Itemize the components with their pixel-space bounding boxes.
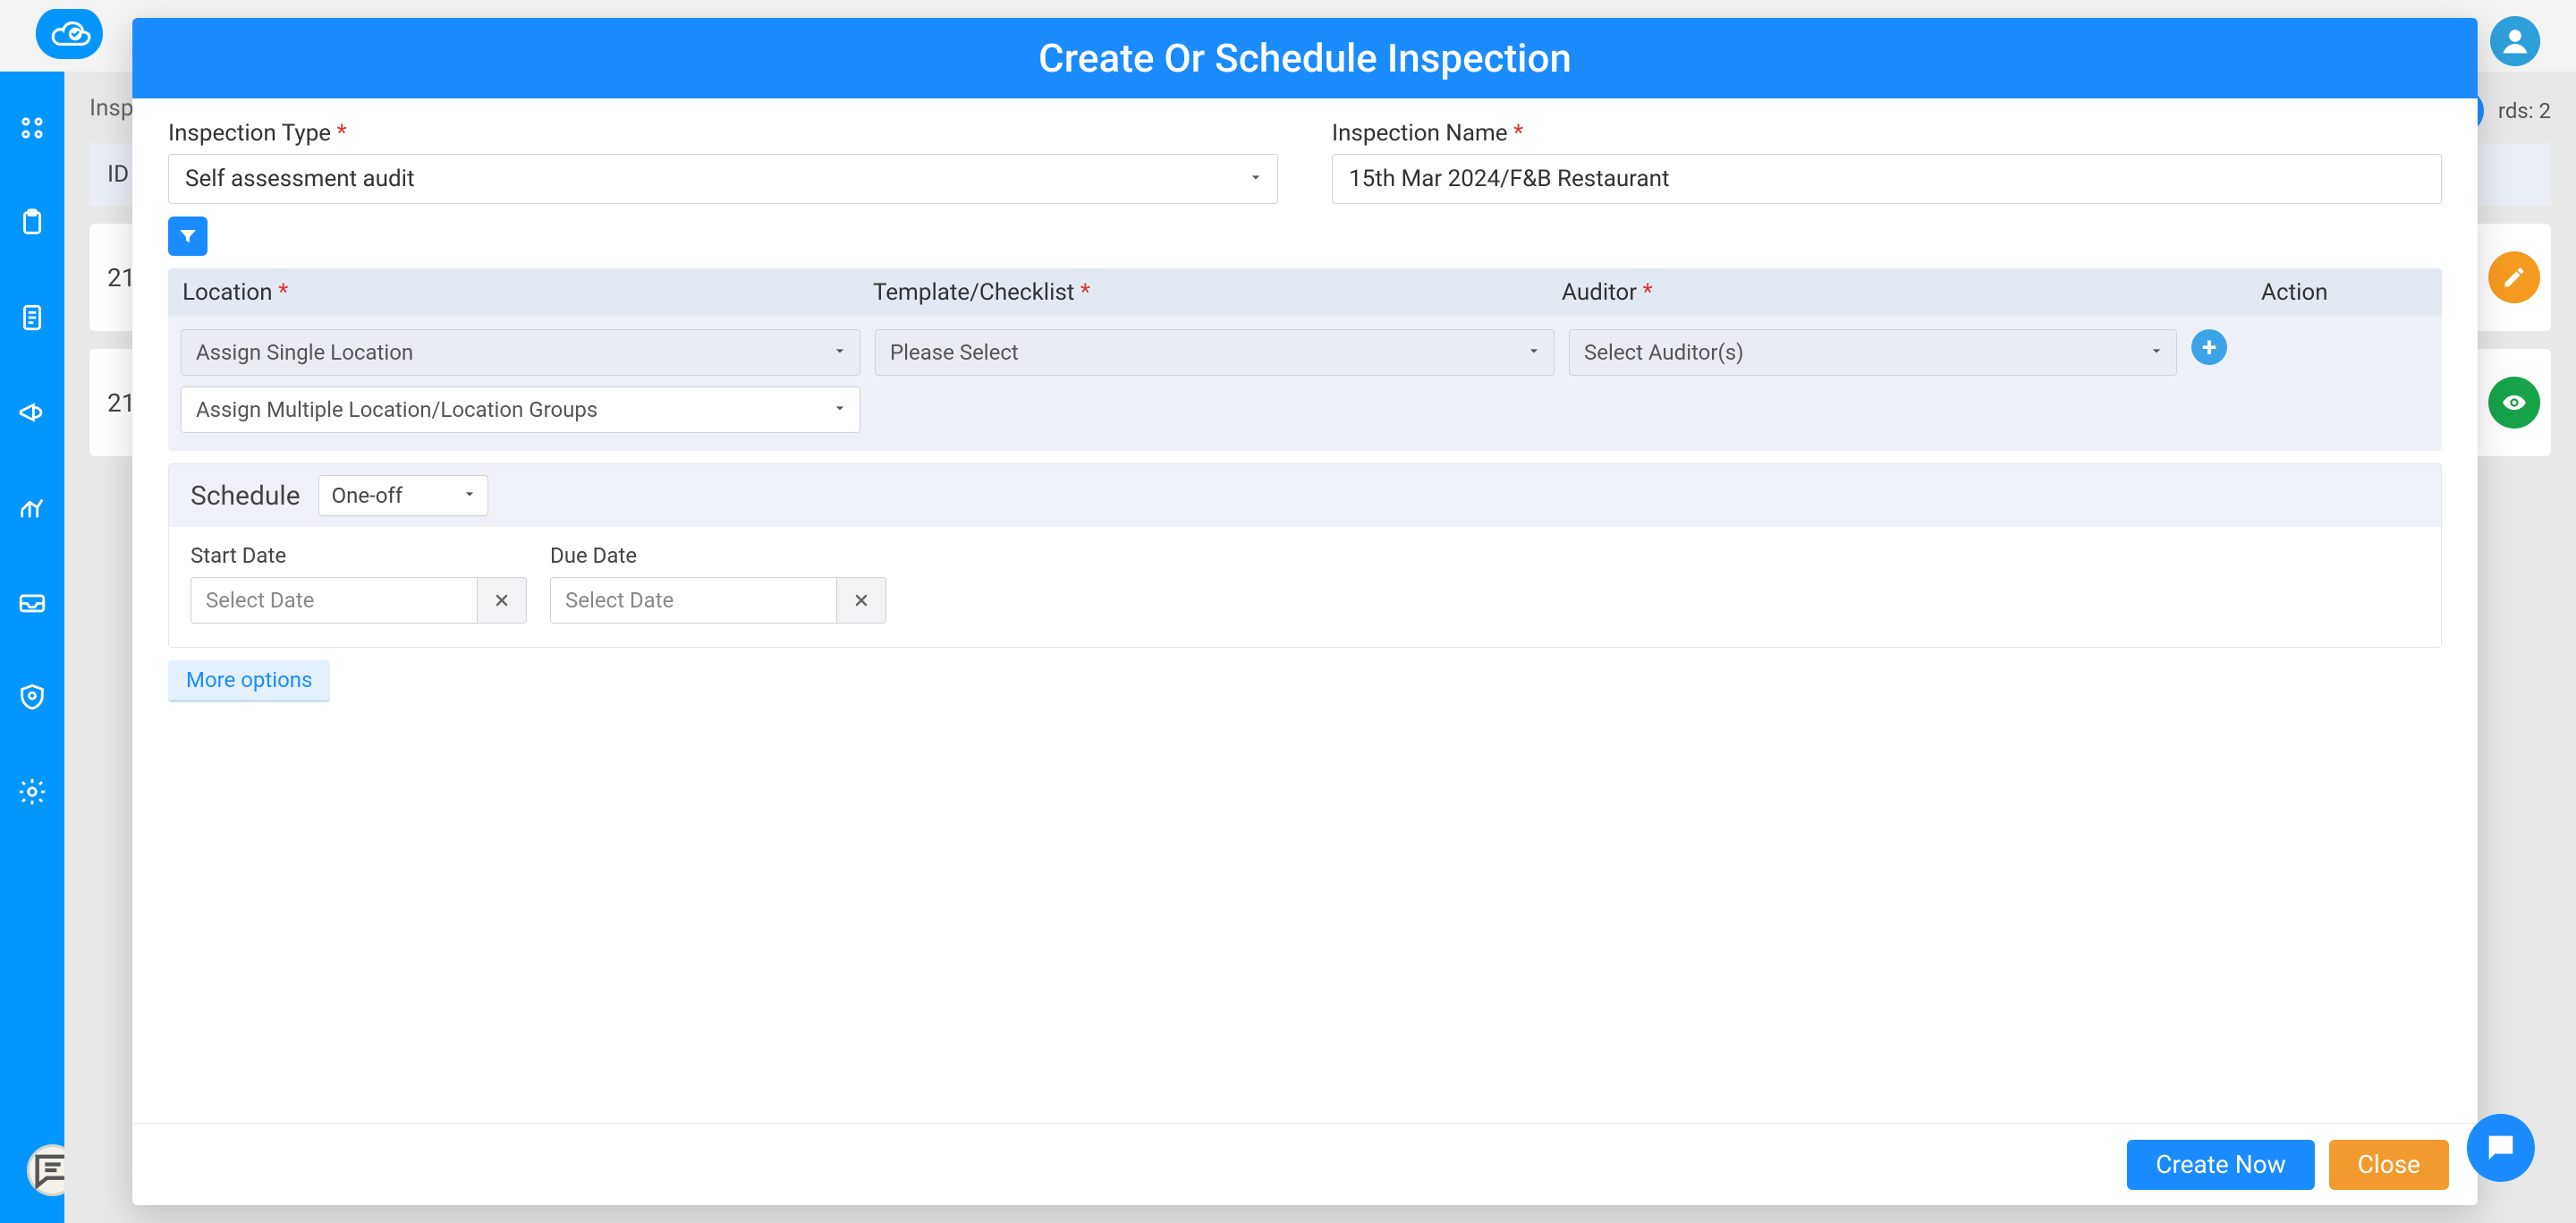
assign-single-location-select[interactable]: Assign Single Location: [181, 329, 860, 376]
sidebar-item-document[interactable]: [12, 297, 53, 338]
table-header-id: ID: [107, 161, 129, 188]
inspection-type-value: Self assessment audit: [185, 166, 415, 192]
grid-body: Assign Single Location Assign Multiple L…: [168, 317, 2442, 451]
chevron-down-icon: [1525, 340, 1543, 365]
schedule-label: Schedule: [191, 480, 301, 512]
sidebar-item-announcement[interactable]: [12, 392, 53, 433]
col-auditor-label: Auditor: [1562, 279, 1637, 306]
start-date-input[interactable]: Select Date: [191, 577, 477, 624]
create-now-button[interactable]: Create Now: [2127, 1140, 2314, 1190]
sidebar-item-apps[interactable]: [12, 107, 53, 149]
inspection-type-label: Inspection Type *: [168, 120, 1278, 147]
chevron-down-icon: [1247, 166, 1265, 192]
schedule-panel: Schedule One-off Start Date Select Date: [168, 463, 2442, 648]
chevron-down-icon: [831, 397, 849, 422]
sidebar-item-shield[interactable]: [12, 676, 53, 718]
assign-multi-location-select[interactable]: Assign Multiple Location/Location Groups: [181, 386, 860, 433]
create-inspection-modal: Create Or Schedule Inspection Inspection…: [132, 18, 2478, 1205]
chevron-down-icon: [831, 340, 849, 365]
col-action-label: Action: [2261, 279, 2328, 306]
due-date-clear[interactable]: [836, 577, 886, 624]
sidebar-item-inbox[interactable]: [12, 582, 53, 623]
sidebar-item-analytics[interactable]: [12, 487, 53, 528]
schedule-type-select[interactable]: One-off: [318, 475, 488, 516]
more-options-button[interactable]: More options: [168, 660, 330, 702]
template-select[interactable]: Please Select: [875, 329, 1555, 376]
col-template-label: Template/Checklist: [873, 279, 1074, 306]
start-date-label: Start Date: [191, 543, 527, 568]
add-row-button[interactable]: +: [2191, 329, 2227, 365]
inspection-name-label: Inspection Name *: [1332, 120, 2442, 147]
modal-footer: Create Now Close: [132, 1123, 2478, 1205]
edit-row-button[interactable]: [2488, 251, 2540, 303]
filter-button[interactable]: [168, 217, 208, 256]
due-date-input[interactable]: Select Date: [550, 577, 836, 624]
sidebar-item-clipboard[interactable]: [12, 202, 53, 243]
row-id: 21: [107, 388, 135, 418]
chevron-down-icon: [461, 483, 479, 508]
help-chat-button[interactable]: [2467, 1114, 2535, 1182]
records-count: rds: 2: [2498, 98, 2551, 123]
start-date-clear[interactable]: [477, 577, 527, 624]
close-button[interactable]: Close: [2329, 1140, 2449, 1190]
inspection-type-select[interactable]: Self assessment audit: [168, 154, 1278, 204]
chevron-down-icon: [2148, 340, 2165, 365]
avatar[interactable]: [2490, 16, 2540, 66]
row-id: 21: [107, 263, 135, 293]
sidebar: [0, 72, 64, 1223]
grid-header: Location * Template/Checklist * Auditor …: [168, 268, 2442, 317]
due-date-label: Due Date: [550, 543, 886, 568]
sidebar-item-settings[interactable]: [12, 771, 53, 812]
inspection-name-input[interactable]: [1332, 154, 2442, 204]
modal-title: Create Or Schedule Inspection: [132, 18, 2478, 98]
view-row-button[interactable]: [2488, 377, 2540, 429]
auditor-select[interactable]: Select Auditor(s): [1569, 329, 2177, 376]
modal-body: Inspection Type * Self assessment audit …: [132, 98, 2478, 1123]
col-location-label: Location: [182, 279, 273, 306]
brand-logo[interactable]: [36, 9, 103, 59]
